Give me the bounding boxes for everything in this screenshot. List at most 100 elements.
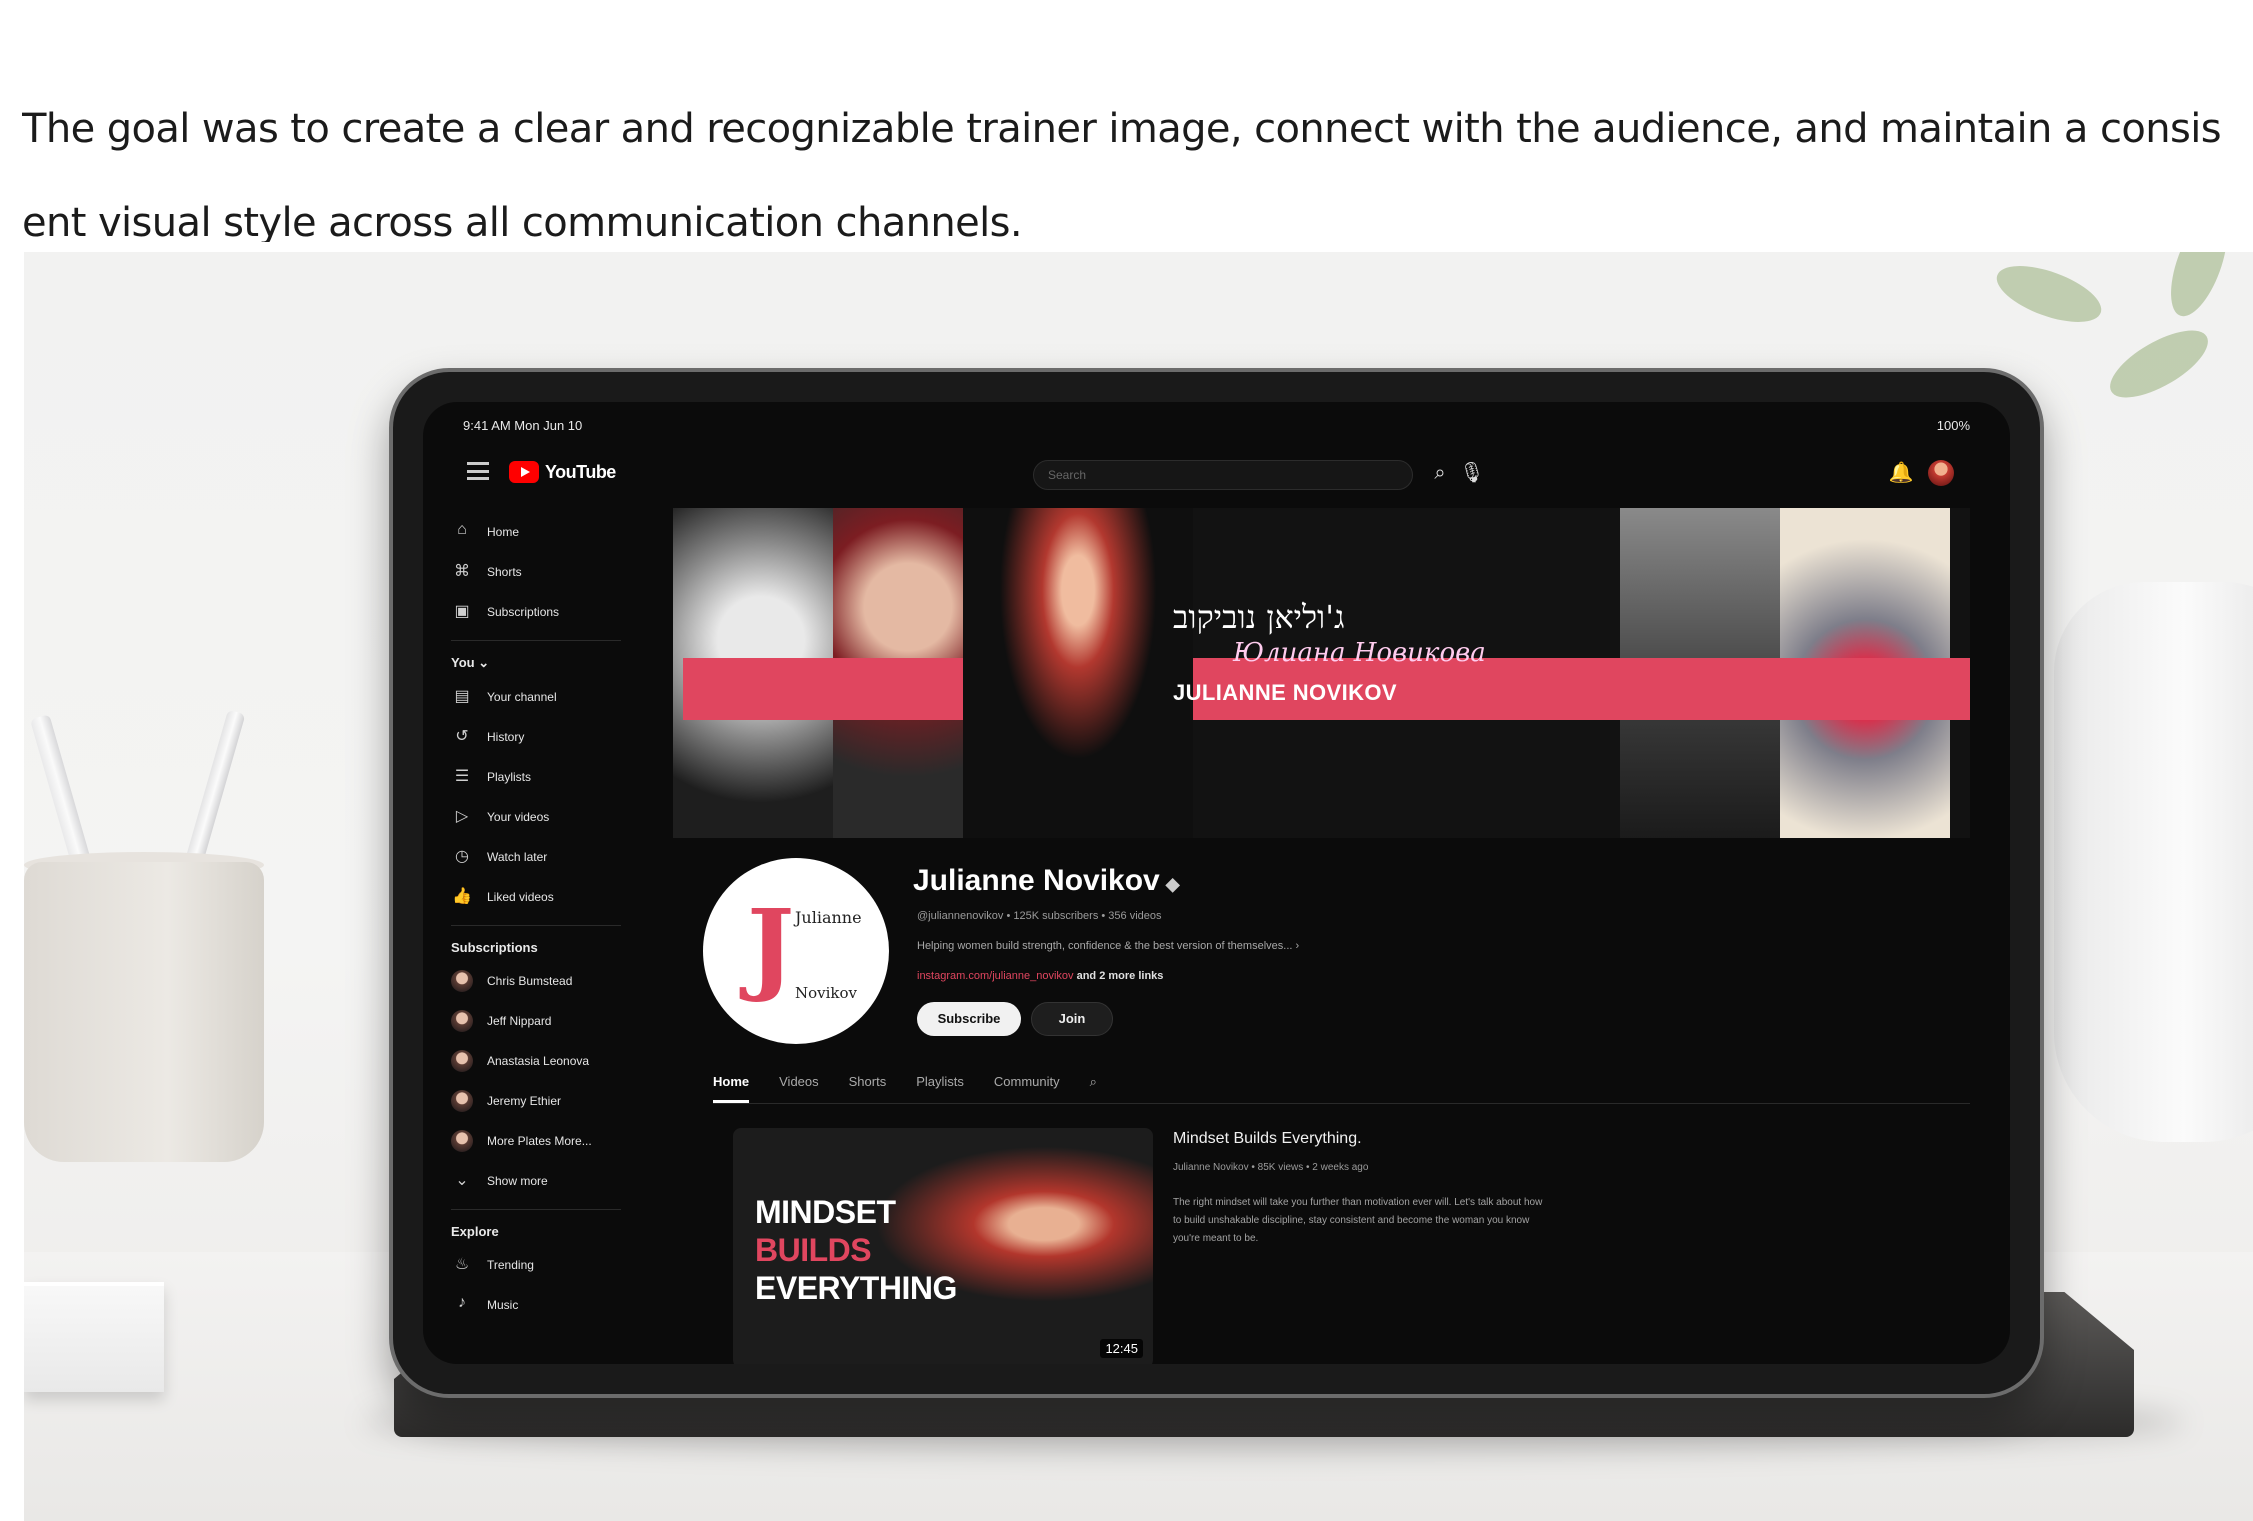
sidebar-item-label: Subscriptions bbox=[487, 605, 560, 619]
search-input[interactable]: Search bbox=[1033, 460, 1413, 490]
subscription-label: More Plates More... bbox=[487, 1134, 592, 1148]
bell-icon[interactable]: 🔔 bbox=[1888, 460, 1914, 486]
join-button[interactable]: Join bbox=[1031, 1002, 1113, 1036]
tablet-screen: 9:41 AM Mon Jun 10 100% YouTube Search ⌕… bbox=[423, 402, 2010, 1364]
featured-video-meta: Julianne Novikov • 85K views • 2 weeks a… bbox=[1173, 1162, 1369, 1173]
shorts-icon: ⌘ bbox=[454, 563, 470, 580]
leaf bbox=[2159, 252, 2239, 324]
sidebar-item-label: Your videos bbox=[487, 810, 550, 824]
avatar bbox=[451, 1130, 473, 1152]
sidebar-subscription-item[interactable]: Anastasia Leonova bbox=[451, 1041, 651, 1081]
channel-links[interactable]: instagram.com/julianne_novikov and 2 mor… bbox=[917, 970, 1163, 982]
avatar bbox=[451, 1050, 473, 1072]
sidebar-item-label: Home bbox=[487, 525, 520, 539]
avatar bbox=[451, 1010, 473, 1032]
banner-photo-trainer bbox=[963, 508, 1193, 838]
chevron-down-icon: ⌄ bbox=[455, 1172, 469, 1189]
thumbnail-text-1: MINDSET bbox=[755, 1194, 896, 1230]
channel-avatar[interactable]: J Julianne Novikov bbox=[703, 858, 889, 1044]
subscription-label: Chris Bumstead bbox=[487, 974, 573, 988]
sidebar-item-home[interactable]: ⌂ Home bbox=[451, 512, 651, 552]
youtube-logo[interactable]: YouTube bbox=[509, 458, 616, 486]
chevron-down-icon: ⌄ bbox=[478, 655, 490, 670]
sidebar-item-your-channel[interactable]: ▤ Your channel bbox=[451, 677, 651, 717]
tab-playlists[interactable]: Playlists bbox=[916, 1064, 964, 1103]
video-duration: 12:45 bbox=[1100, 1339, 1143, 1358]
mic-icon[interactable]: 🎙 bbox=[1459, 460, 1485, 486]
intro-line-2: ent visual style across all communicatio… bbox=[22, 200, 1023, 242]
app-name: YouTube bbox=[545, 461, 616, 482]
banner-signature: Юлиана Новикова bbox=[1233, 638, 1486, 668]
featured-video-thumbnail[interactable]: MINDSET BUILDS EVERYTHING 12:45 bbox=[733, 1128, 1153, 1364]
channel-page: ג'וליאן נוביקוב Юлиана Новикова JULIANNE… bbox=[673, 508, 1970, 1364]
channel-description[interactable]: Helping women build strength, confidence… bbox=[917, 940, 1299, 952]
vase bbox=[2054, 582, 2253, 1142]
tab-videos[interactable]: Videos bbox=[779, 1064, 819, 1103]
you-label: You bbox=[451, 655, 475, 670]
channel-tabs: Home Videos Shorts Playlists Community ⌕ bbox=[713, 1064, 1970, 1104]
youtube-topbar: YouTube Search ⌕ 🎙 🔔 bbox=[423, 448, 2010, 500]
channel-icon: ▤ bbox=[454, 688, 470, 705]
sidebar-item-liked-videos[interactable]: 👍 Liked videos bbox=[451, 877, 651, 917]
intro-text: The goal was to create a clear and recog… bbox=[22, 82, 2253, 242]
sidebar-you-heading[interactable]: You ⌄ bbox=[451, 655, 651, 671]
banner-hebrew-name: ג'וליאן נוביקוב bbox=[1173, 598, 1345, 636]
sidebar-item-label: Liked videos bbox=[487, 890, 554, 904]
featured-video-title[interactable]: Mindset Builds Everything. bbox=[1173, 1130, 1362, 1148]
avatar[interactable] bbox=[1928, 460, 1954, 486]
channel-link[interactable]: instagram.com/julianne_novikov bbox=[917, 970, 1074, 982]
sidebar-item-label: Trending bbox=[487, 1258, 534, 1272]
sidebar-item-shorts[interactable]: ⌘ Shorts bbox=[451, 552, 651, 592]
subscription-label: Jeremy Ethier bbox=[487, 1094, 562, 1108]
home-icon: ⌂ bbox=[457, 521, 467, 538]
subscription-label: Anastasia Leonova bbox=[487, 1054, 590, 1068]
chevron-right-icon: › bbox=[1295, 940, 1300, 952]
sidebar-subscription-item[interactable]: Jeff Nippard bbox=[451, 1001, 651, 1041]
channel-meta: @juliannenovikov • 125K subscribers • 35… bbox=[917, 910, 1162, 922]
more-links[interactable]: and 2 more links bbox=[1077, 970, 1164, 982]
playlist-icon: ☰ bbox=[454, 768, 470, 785]
status-time: 9:41 AM Mon Jun 10 bbox=[463, 418, 583, 433]
sidebar-explore-heading: Explore bbox=[451, 1224, 499, 1239]
subscribe-button[interactable]: Subscribe bbox=[917, 1002, 1021, 1036]
sidebar-item-label: Shorts bbox=[487, 565, 522, 579]
thumbnail-text-2: BUILDS bbox=[755, 1232, 872, 1268]
sidebar-item-subscriptions[interactable]: ▣ Subscriptions bbox=[451, 592, 651, 632]
sidebar-divider bbox=[451, 1209, 621, 1210]
avatar bbox=[451, 1090, 473, 1112]
logo-line-2: Novikov bbox=[795, 984, 858, 1002]
thumbnail-text-3: EVERYTHING bbox=[755, 1270, 957, 1306]
sidebar-show-more[interactable]: ⌄ Show more bbox=[451, 1161, 651, 1201]
sidebar-item-label: Playlists bbox=[487, 770, 532, 784]
verified-icon: ◆ bbox=[1165, 874, 1180, 894]
banner-name: JULIANNE NOVIKOV bbox=[1173, 680, 1397, 705]
video-icon: ▷ bbox=[455, 808, 469, 825]
mockup-photo: 9:41 AM Mon Jun 10 100% YouTube Search ⌕… bbox=[24, 252, 2253, 1521]
sidebar-subscription-item[interactable]: More Plates More... bbox=[451, 1121, 651, 1161]
intro-line-1: The goal was to create a clear and recog… bbox=[22, 106, 2222, 152]
search-icon[interactable]: ⌕ bbox=[1427, 460, 1453, 486]
battery-level: 100% bbox=[1936, 418, 1970, 433]
channel-name-text: Julianne Novikov bbox=[913, 864, 1160, 897]
status-bar: 9:41 AM Mon Jun 10 100% bbox=[463, 418, 1970, 442]
pencil-cup bbox=[24, 862, 264, 1162]
sidebar-item-music[interactable]: ♪ Music bbox=[451, 1285, 651, 1325]
search-icon[interactable]: ⌕ bbox=[1090, 1064, 1097, 1103]
sidebar-item-watch-later[interactable]: ◷ Watch later bbox=[451, 837, 651, 877]
sidebar-item-trending[interactable]: ♨ Trending bbox=[451, 1245, 651, 1285]
tab-home[interactable]: Home bbox=[713, 1064, 750, 1103]
tab-community[interactable]: Community bbox=[994, 1064, 1060, 1103]
tab-shorts[interactable]: Shorts bbox=[849, 1064, 887, 1103]
trending-icon: ♨ bbox=[454, 1256, 470, 1273]
sidebar-subscription-item[interactable]: Jeremy Ethier bbox=[451, 1081, 651, 1121]
sidebar-subscription-item[interactable]: Chris Bumstead bbox=[451, 961, 651, 1001]
sidebar-item-label: Watch later bbox=[487, 850, 548, 864]
show-more-label: Show more bbox=[487, 1174, 548, 1188]
menu-icon[interactable] bbox=[467, 462, 489, 480]
logo-letter-j: J bbox=[747, 887, 795, 1005]
sidebar-item-your-videos[interactable]: ▷ Your videos bbox=[451, 797, 651, 837]
sidebar-item-playlists[interactable]: ☰ Playlists bbox=[451, 757, 651, 797]
sidebar-item-history[interactable]: ↺ History bbox=[451, 717, 651, 757]
avatar bbox=[451, 970, 473, 992]
history-icon: ↺ bbox=[455, 728, 469, 745]
